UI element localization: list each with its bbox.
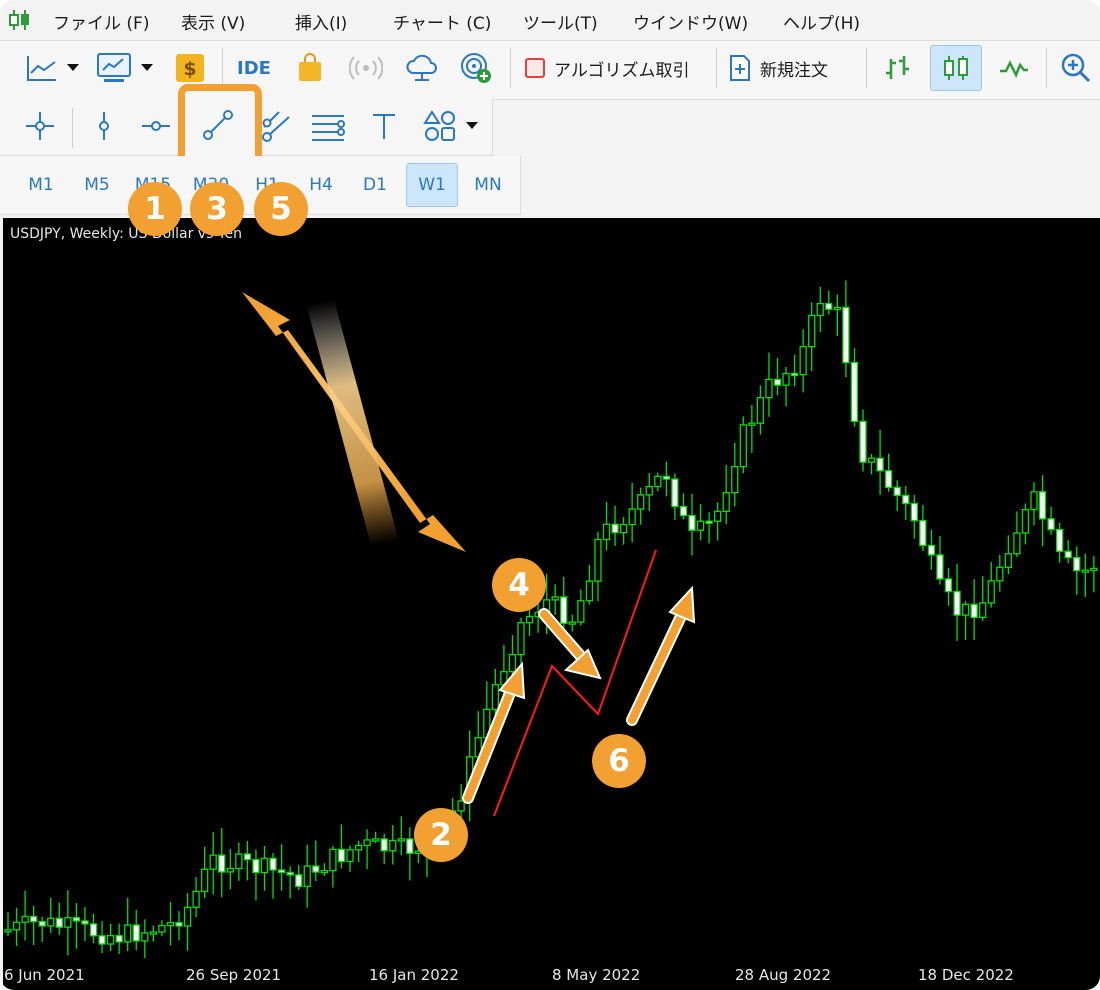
step-arrow-2	[462, 661, 526, 804]
step-6-marker: 6	[592, 734, 646, 788]
fading-shadow-arrow	[305, 285, 400, 560]
app-window: ファイル (F) 表示 (V) 挿入(I) チャート (C) ツール(T) ウイ…	[0, 0, 1100, 990]
step-arrow-4	[538, 608, 602, 680]
step-3-marker: 3	[190, 182, 244, 236]
step-5-marker: 5	[254, 182, 308, 236]
annotation-overlay	[242, 285, 696, 817]
step-1-marker: 1	[128, 182, 182, 236]
step-arrow-6	[626, 585, 696, 726]
step-2-marker: 2	[414, 808, 468, 862]
step-4-marker: 4	[492, 558, 546, 612]
